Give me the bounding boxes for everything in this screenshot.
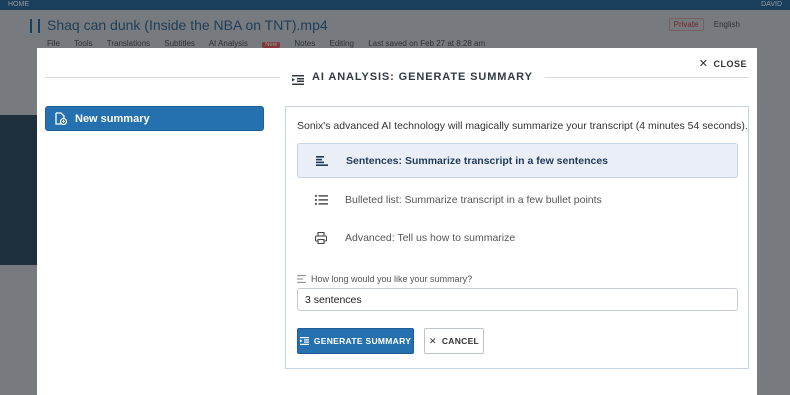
generate-summary-button[interactable]: GENERATE SUMMARY xyxy=(297,328,414,354)
option-advanced-label: Advanced: Tell us how to summarize xyxy=(345,231,516,244)
modal-title-wrap: AI ANALYSIS: GENERATE SUMMARY xyxy=(280,67,545,87)
close-label: CLOSE xyxy=(713,58,747,69)
modal-title: AI ANALYSIS: GENERATE SUMMARY xyxy=(312,71,533,83)
indent-icon xyxy=(299,337,309,345)
list-icon xyxy=(297,194,345,205)
ai-summary-modal: AI ANALYSIS: GENERATE SUMMARY ✕ CLOSE Ne… xyxy=(37,48,757,395)
generate-summary-label: GENERATE SUMMARY xyxy=(313,336,412,346)
option-sentences[interactable]: Sentences: Summarize transcript in a few… xyxy=(297,143,738,178)
option-advanced[interactable]: Advanced: Tell us how to summarize xyxy=(297,220,738,255)
close-button[interactable]: ✕ CLOSE xyxy=(699,57,747,70)
option-sentences-label: Sentences: Summarize transcript in a few… xyxy=(346,154,609,167)
align-left-icon xyxy=(298,155,346,166)
option-bulleted-list-label: Bulleted list: Summarize transcript in a… xyxy=(345,193,602,206)
new-summary-label: New summary xyxy=(75,112,150,125)
new-summary-button[interactable]: New summary xyxy=(45,106,264,131)
cancel-button[interactable]: ✕ CANCEL xyxy=(424,328,484,354)
close-icon: ✕ xyxy=(698,58,709,70)
indent-icon xyxy=(292,72,304,85)
intro-text: Sonix's advanced AI technology will magi… xyxy=(297,120,748,132)
summary-panel: Sonix's advanced AI technology will magi… xyxy=(285,106,749,369)
printer-icon xyxy=(297,231,345,244)
summary-length-question: How long would you like your summary? xyxy=(311,274,473,284)
close-icon: ✕ xyxy=(428,335,437,346)
modal-header: AI ANALYSIS: GENERATE SUMMARY ✕ CLOSE xyxy=(37,48,757,98)
option-bulleted-list[interactable]: Bulleted list: Summarize transcript in a… xyxy=(297,182,738,217)
cancel-label: CANCEL xyxy=(441,336,480,346)
summary-length-label: How long would you like your summary? xyxy=(297,274,472,284)
new-document-icon xyxy=(54,112,68,126)
summary-length-input[interactable] xyxy=(297,288,738,311)
text-lines-icon xyxy=(297,275,306,283)
